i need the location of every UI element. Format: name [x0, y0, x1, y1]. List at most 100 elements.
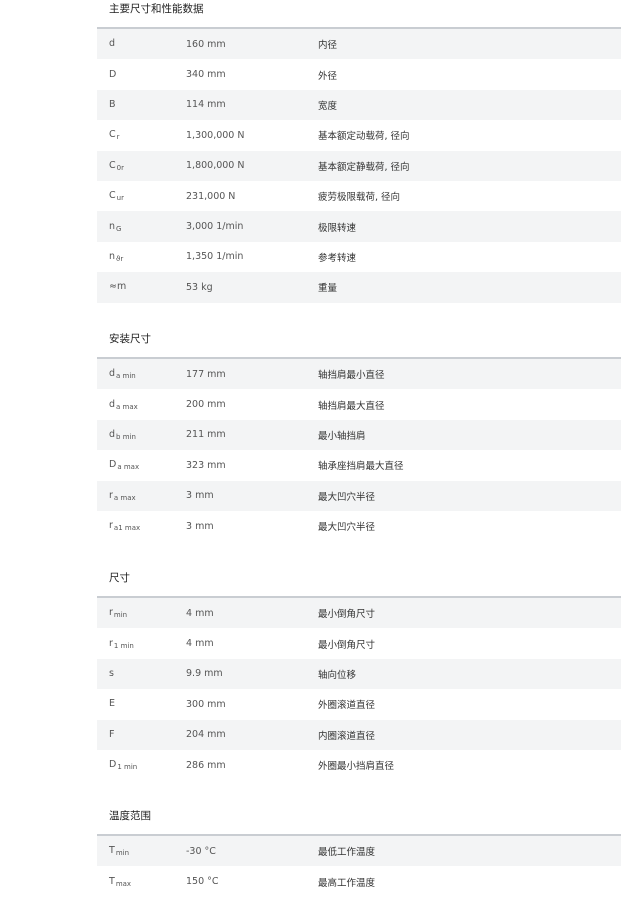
value: 286 mm	[186, 759, 226, 771]
table-row: E 300 mm 外圈滚道直径	[97, 689, 621, 719]
symbol: Tmin	[109, 845, 130, 858]
table-row: db min 211 mm 最小轴挡肩	[97, 419, 621, 451]
value: 300 mm	[186, 698, 226, 710]
symbol: F	[109, 728, 115, 740]
section-main-dimensions: 主要尺寸和性能数据 d 160 mm 内径 D 340 mm 外径 B 114 mm 宽度 …	[97, 1, 621, 303]
value: 323 mm	[186, 459, 226, 471]
table-row: ra max 3 mm 最大凹穴半径	[97, 480, 621, 511]
symbol: Tmax	[109, 875, 132, 888]
description: 参考转速	[318, 252, 357, 264]
description: 外圈滚道直径	[318, 700, 376, 712]
symbol: C0r	[109, 159, 124, 172]
value: 114 mm	[186, 99, 226, 111]
value: 4 mm	[186, 607, 214, 619]
value: 3,000 1/min	[186, 221, 244, 233]
description: 基本额定动载荷, 径向	[318, 131, 410, 143]
description: 最低工作温度	[318, 847, 376, 859]
symbol: da min	[109, 368, 136, 381]
value: 1,300,000 N	[186, 129, 245, 141]
symbol: da max	[109, 398, 138, 411]
table-row: C0r 1,800,000 N 基本额定静载荷, 径向	[97, 150, 621, 181]
value: 4 mm	[186, 638, 214, 650]
description: 疲劳极限载荷, 径向	[318, 192, 401, 204]
symbol: nG	[109, 220, 122, 233]
symbol: ra max	[109, 489, 136, 502]
table-row: Tmin -30 °C 最低工作温度	[97, 836, 621, 867]
section-title: 尺寸	[109, 572, 130, 584]
symbol: d	[109, 38, 116, 50]
table-row: B 114 mm 宽度	[97, 89, 621, 121]
symbol: s	[109, 667, 114, 679]
description: 最大凹穴半径	[318, 522, 376, 534]
section-temperature-range: 温度范围 Tmin -30 °C 最低工作温度 Tmax 150 °C 最高工作温度	[97, 808, 621, 897]
value: 53 kg	[186, 281, 213, 293]
symbol: rmin	[109, 607, 128, 620]
description: 外圈最小挡肩直径	[318, 761, 395, 773]
value: 200 mm	[186, 399, 226, 411]
value: 1,350 1/min	[186, 251, 244, 263]
symbol: D1 min	[109, 759, 138, 772]
symbol: db min	[109, 428, 136, 441]
value: 3 mm	[186, 520, 214, 532]
section-title: 主要尺寸和性能数据	[109, 3, 204, 15]
symbol: Cr	[109, 129, 120, 142]
table-row: Cr 1,300,000 N 基本额定动载荷, 径向	[97, 120, 621, 150]
section-title: 温度范围	[109, 810, 151, 822]
symbol: ra1 max	[109, 520, 141, 533]
symbol: D	[109, 68, 117, 80]
description: 最小倒角尺寸	[318, 639, 376, 651]
description: 最大凹穴半径	[318, 491, 376, 503]
description: 外径	[318, 70, 338, 82]
value: 340 mm	[186, 69, 226, 81]
value: 160 mm	[186, 38, 226, 50]
description: 内圈滚道直径	[318, 730, 376, 742]
table-row: da max 200 mm 轴挡肩最大直径	[97, 389, 621, 419]
bearing-spec-page: 主要尺寸和性能数据 d 160 mm 内径 D 340 mm 外径 B 114 mm 宽度 …	[0, 0, 621, 898]
value: 3 mm	[186, 490, 214, 502]
symbol: r1 min	[109, 637, 134, 650]
value: 177 mm	[186, 368, 226, 380]
table-row: ra1 max 3 mm 最大凹穴半径	[97, 511, 621, 541]
table-row: r1 min 4 mm 最小倒角尺寸	[97, 628, 621, 658]
description: 内径	[318, 40, 338, 52]
section-dimensions: 尺寸 rmin 4 mm 最小倒角尺寸 r1 min 4 mm 最小倒角尺寸 s 9.9 …	[97, 570, 621, 780]
table-row: ≈m 53 kg 重量	[97, 272, 621, 303]
table-row: rmin 4 mm 最小倒角尺寸	[97, 598, 621, 629]
description: 最高工作温度	[318, 877, 376, 889]
description: 重量	[318, 283, 338, 295]
value: -30 °C	[186, 845, 216, 857]
value: 1,800,000 N	[186, 160, 245, 172]
description: 轴挡肩最小直径	[318, 370, 385, 382]
symbol: E	[109, 698, 116, 710]
section-mounting-dimensions: 安装尺寸 da min 177 mm 轴挡肩最小直径 da max 200 mm 轴挡肩…	[97, 331, 621, 541]
table-row: Da max 323 mm 轴承座挡肩最大直径	[97, 450, 621, 480]
section-title: 安装尺寸	[109, 333, 151, 345]
description: 最小倒角尺寸	[318, 609, 376, 621]
value: 211 mm	[186, 429, 226, 441]
symbol: ≈m	[109, 281, 127, 293]
description: 轴承座挡肩最大直径	[318, 461, 404, 473]
table-row: d 160 mm 内径	[97, 29, 621, 60]
table-row: nϑr 1,350 1/min 参考转速	[97, 242, 621, 272]
table-row: da min 177 mm 轴挡肩最小直径	[97, 359, 621, 390]
table-row: Tmax 150 °C 最高工作温度	[97, 866, 621, 896]
symbol: B	[109, 98, 116, 110]
symbol: nϑr	[109, 250, 124, 263]
table-row: Cur 231,000 N 疲劳极限载荷, 径向	[97, 181, 621, 211]
description: 最小轴挡肩	[318, 430, 366, 442]
description: 轴向位移	[318, 669, 357, 681]
table-row: nG 3,000 1/min 极限转速	[97, 211, 621, 242]
table-row: D 340 mm 外径	[97, 59, 621, 89]
table-row: F 204 mm 内圈滚道直径	[97, 719, 621, 750]
value: 204 mm	[186, 729, 226, 741]
description: 基本额定静载荷, 径向	[318, 161, 410, 173]
description: 轴挡肩最大直径	[318, 400, 385, 412]
value: 9.9 mm	[186, 668, 223, 680]
value: 150 °C	[186, 876, 219, 888]
table-row: s 9.9 mm 轴向位移	[97, 658, 621, 690]
description: 宽度	[318, 100, 338, 112]
symbol: Da max	[109, 459, 140, 472]
table-row: D1 min 286 mm 外圈最小挡肩直径	[97, 750, 621, 780]
value: 231,000 N	[186, 190, 236, 202]
symbol: Cur	[109, 190, 124, 203]
